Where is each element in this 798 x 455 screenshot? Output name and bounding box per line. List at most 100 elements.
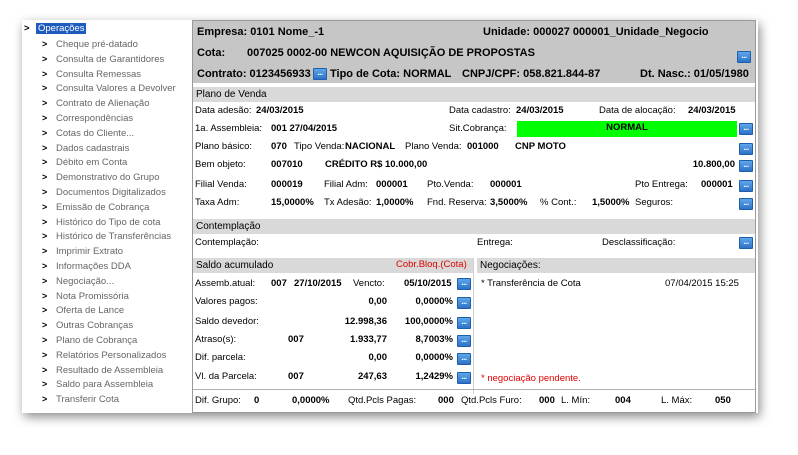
section-negociacoes: Negociações: (477, 258, 755, 273)
bem-objeto-button[interactable]: ... (739, 160, 753, 172)
chevron-right-icon: > (42, 127, 48, 138)
saldo-row-button[interactable]: ... (457, 335, 471, 347)
tipo-cota-text: Tipo de Cota: NORMAL (330, 68, 452, 80)
menu-item[interactable]: > Histórico do Tipo de cota (42, 215, 161, 229)
menu-item-label: Consulta Remessas (56, 68, 142, 80)
contrato-text: Contrato: 0123456933 (197, 68, 311, 80)
saldo-row-value: 1.933,77 (350, 334, 387, 345)
menu-item-label: Cotas do Cliente... (56, 127, 135, 139)
pto-entrega-button[interactable]: ... (739, 180, 753, 192)
quota-details-panel: Empresa: 0101 Nome_-1 Unidade: 000027 00… (192, 20, 756, 413)
saldo-row-button[interactable]: ... (457, 353, 471, 365)
menu-item[interactable]: > Débito em Conta (42, 155, 127, 169)
menu-item[interactable]: > Consulta Valores a Devolver (42, 81, 176, 95)
assemb-atual-date: 27/10/2015 (294, 278, 342, 289)
saldo-row-button[interactable]: ... (457, 317, 471, 329)
vencto-label: Vencto: (353, 278, 385, 289)
chevron-right-icon: > (42, 275, 48, 286)
tipo-venda-label: Tipo Venda: (294, 141, 345, 152)
pct-cont-value: 1,5000% (592, 197, 630, 208)
empresa-text: Empresa: 0101 Nome_-1 (197, 26, 325, 38)
qtd-pagas-label: Qtd.Pcls Pagas: (348, 395, 417, 406)
menu-item[interactable]: > Cheque pré-datado (42, 37, 138, 51)
menu-item[interactable]: > Dados cadastrais (42, 141, 129, 155)
cota-lookup-button[interactable]: ... (737, 51, 751, 63)
l-min-label: L. Mín: (561, 395, 591, 406)
contemplacao-button[interactable]: ... (739, 237, 753, 249)
menu-root-operacoes[interactable]: > Operações (24, 22, 87, 35)
bem-objeto-desc: CRÉDITO R$ 10.000,00 (325, 159, 428, 170)
pct-cont-label: % Cont.: (540, 197, 577, 208)
plano-venda-button[interactable]: ... (739, 143, 753, 155)
saldo-row-button[interactable]: ... (457, 297, 471, 309)
l-max-value: 050 (715, 395, 731, 406)
menu-item[interactable]: > Consulta Remessas (42, 67, 141, 81)
menu-item-label: Dados cadastrais (56, 142, 130, 154)
menu-item[interactable]: > Relatórios Personalizados (42, 348, 166, 362)
negociacao-item[interactable]: * Transferência de Cota (481, 278, 581, 290)
l-min-value: 004 (615, 395, 631, 406)
chevron-right-icon: > (42, 113, 48, 123)
menu-item[interactable]: > Resultado de Assembleia (42, 363, 163, 377)
chevron-right-icon: > (42, 68, 48, 79)
chevron-right-icon: > (42, 261, 48, 271)
saldo-row-value: 247,63 (357, 371, 387, 382)
saldo-row-percent: 8,7003% (415, 334, 453, 345)
chevron-right-icon: > (42, 216, 48, 227)
menu-item-label: Consulta Valores a Devolver (56, 83, 176, 95)
menu-item[interactable]: > Cotas do Cliente... (42, 126, 134, 140)
data-alocacao-value: 24/03/2015 (688, 105, 736, 116)
seguros-button[interactable]: ... (739, 198, 753, 210)
menu-item[interactable]: > Transferir Cota (42, 392, 119, 406)
qtd-furo-value: 000 (539, 395, 555, 406)
menu-item[interactable]: > Correspondências (42, 111, 133, 125)
menu-item[interactable]: > Oferta de Lance (42, 303, 124, 317)
application-window: > Operações > Cheque pré-datado > Consulta d… (22, 20, 758, 413)
menu-item-label: Cheque pré-datado (56, 39, 138, 50)
menu-item-label: Documentos Digitalizados (56, 187, 166, 198)
fnd-reserva-label: Fnd. Reserva: (427, 197, 487, 208)
menu-item[interactable]: > Plano de Cobrança (42, 333, 137, 347)
sit-cobranca-button[interactable]: ... (739, 123, 753, 135)
menu-item-label: Saldo para Assembleia (56, 379, 154, 391)
menu-item-label: Nota Promissória (56, 290, 129, 302)
data-adesao-label: Data adesão: (195, 105, 252, 116)
cota-label: Cota: (197, 47, 226, 59)
bem-objeto-label: Bem objeto: (195, 159, 246, 170)
contrato-lookup-button[interactable]: ... (313, 68, 327, 80)
menu-item[interactable]: > Outras Cobranças (42, 318, 133, 332)
menu-item[interactable]: > Informações DDA (42, 259, 131, 273)
menu-item[interactable]: > Imprimir Extrato (42, 244, 123, 258)
contemplacao-label: Contemplação: (195, 237, 259, 248)
vencto-button[interactable]: ... (457, 278, 471, 290)
filial-adm-value: 000001 (376, 179, 408, 190)
chevron-right-icon: > (42, 379, 48, 390)
negociacao-pendente: * negociação pendente. (481, 373, 581, 384)
menu-item[interactable]: > Nota Promissória (42, 289, 129, 303)
chevron-right-icon: > (42, 142, 48, 153)
menu-item[interactable]: > Documentos Digitalizados (42, 185, 166, 199)
unidade-text: Unidade: 000027 000001_Unidade_Negocio (483, 26, 709, 38)
saldo-row-button[interactable]: ... (457, 372, 471, 384)
dif-grupo-num: 0 (254, 395, 260, 406)
menu-item[interactable]: > Contrato de Alienação (42, 96, 149, 110)
menu-item[interactable]: > Demonstrativo do Grupo (42, 170, 160, 184)
saldo-row-value: 12.998,36 (344, 316, 387, 327)
menu-item-label: Contrato de Alienação (56, 98, 150, 110)
saldo-row-label: Vl. da Parcela: (195, 371, 257, 382)
chevron-right-icon: > (42, 364, 48, 375)
cobr-bloq-text: Cobr.Bloq.(Cota) (396, 259, 467, 270)
plano-basico-label: Plano básico: (195, 141, 253, 152)
assemb-atual-num: 007 (271, 278, 287, 289)
menu-item[interactable]: > Saldo para Assembleia (42, 377, 153, 391)
saldo-row-count: 007 (288, 371, 304, 382)
menu-item[interactable]: > Histórico de Transferências (42, 229, 171, 243)
plano-venda-label: Plano Venda: (405, 141, 462, 152)
saldo-row-value: 0,00 (368, 296, 388, 307)
assemb-atual-label: Assemb.atual: (195, 278, 256, 289)
menu-item[interactable]: > Emissão de Cobrança (42, 200, 149, 214)
pto-venda-label: Pto.Venda: (427, 179, 474, 190)
menu-item[interactable]: > Negociação... (42, 274, 114, 288)
menu-item[interactable]: > Consulta de Garantidores (42, 52, 164, 66)
menu-item-label: Correspondências (56, 113, 134, 124)
